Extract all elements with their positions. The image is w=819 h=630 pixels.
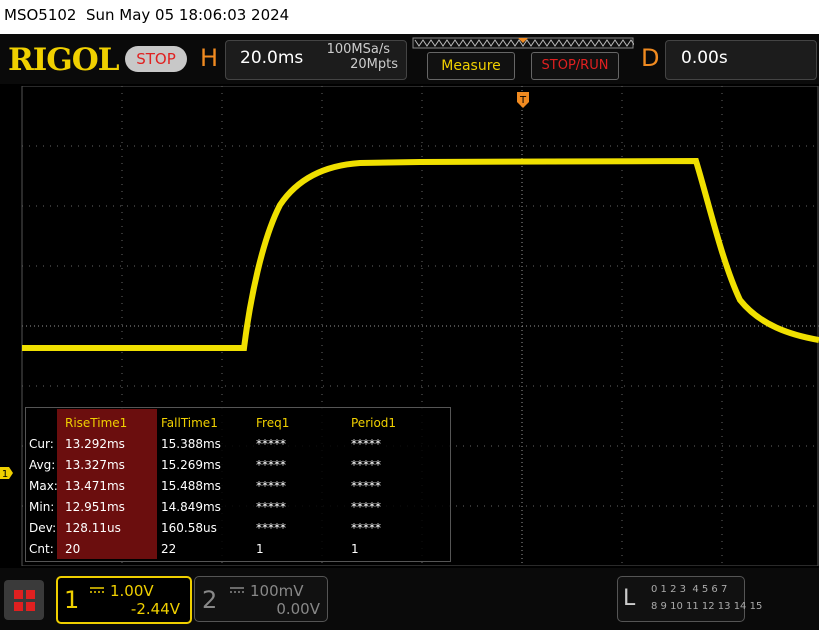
row-label-dev: Dev: [29,521,57,535]
row-label-cnt: Cnt: [29,542,54,556]
risetime-cur: 13.292ms [65,437,125,451]
dc-coupling-icon [230,587,244,593]
row-label-cur: Cur: [29,437,54,451]
channel1-offset: -2.44V [130,600,180,618]
row-label-avg: Avg: [29,458,56,472]
channel2-scale: 100mV [250,582,304,600]
title-text: MSO5102 Sun May 05 18:06:03 2024 [4,6,290,24]
horizontal-timebase: 20.0ms [240,48,304,68]
run-state-badge: STOP [125,46,187,72]
risetime-max: 13.471ms [65,479,125,493]
channel1-offset-marker[interactable]: 1 [0,466,14,480]
memory-depth: 20Mpts [350,57,398,72]
falltime-cnt: 22 [161,542,177,556]
falltime-avg: 15.269ms [161,458,221,472]
logic-channels-row1: 0 1 2 3 4 5 6 7 [651,584,728,595]
freq-cnt: 1 [256,542,264,556]
channel1-number: 1 [64,586,80,614]
measurement-table: Cur: Avg: Max: Min: Dev: Cnt: RiseTime1 … [25,407,449,560]
measure-button[interactable]: Measure [427,52,515,80]
delay-value: 0.00s [681,48,728,68]
logic-letter: L [623,586,636,611]
stop-run-button[interactable]: STOP/RUN [531,52,619,80]
risetime-min: 12.951ms [65,500,125,514]
waveform-overview-bar [412,37,634,49]
header-falltime[interactable]: FallTime1 [161,416,218,430]
sample-rate: 100MSa/s [326,42,390,57]
delay-letter: D [641,44,660,72]
svg-text:1: 1 [2,469,8,480]
falltime-max: 15.488ms [161,479,221,493]
freq-avg: ***** [256,458,286,472]
falltime-min: 14.849ms [161,500,221,514]
period-min: ***** [351,500,381,514]
freq-dev: ***** [256,521,286,535]
period-dev: ***** [351,521,381,535]
rigol-logo: RIGOL [8,42,120,78]
falltime-cur: 15.388ms [161,437,221,451]
risetime-dev: 128.11us [65,521,121,535]
logic-analyzer-settings[interactable] [617,576,745,622]
row-label-min: Min: [29,500,55,514]
channel1-scale: 1.00V [110,582,154,600]
period-cur: ***** [351,437,381,451]
channel1-trace [22,157,819,351]
falltime-dev: 160.58us [161,521,217,535]
risetime-cnt: 20 [65,542,81,556]
freq-min: ***** [256,500,286,514]
menu-grid-icon[interactable] [4,580,44,620]
trigger-marker-icon: T [517,92,529,108]
header-risetime[interactable]: RiseTime1 [65,416,127,430]
freq-max: ***** [256,479,286,493]
freq-cur: ***** [256,437,286,451]
period-max: ***** [351,479,381,493]
svg-text:T: T [519,95,527,106]
header-period[interactable]: Period1 [351,416,396,430]
row-label-max: Max: [29,479,58,493]
period-cnt: 1 [351,542,359,556]
risetime-avg: 13.327ms [65,458,125,472]
header-freq[interactable]: Freq1 [256,416,289,430]
title-bar: MSO5102 Sun May 05 18:06:03 2024 [0,0,819,34]
logic-channels-row2: 8 9 10 11 12 13 14 15 [651,601,763,612]
channel2-number: 2 [202,586,218,614]
period-avg: ***** [351,458,381,472]
channel2-offset: 0.00V [276,600,320,618]
horizontal-letter: H [200,44,219,72]
dc-coupling-icon [90,587,104,593]
